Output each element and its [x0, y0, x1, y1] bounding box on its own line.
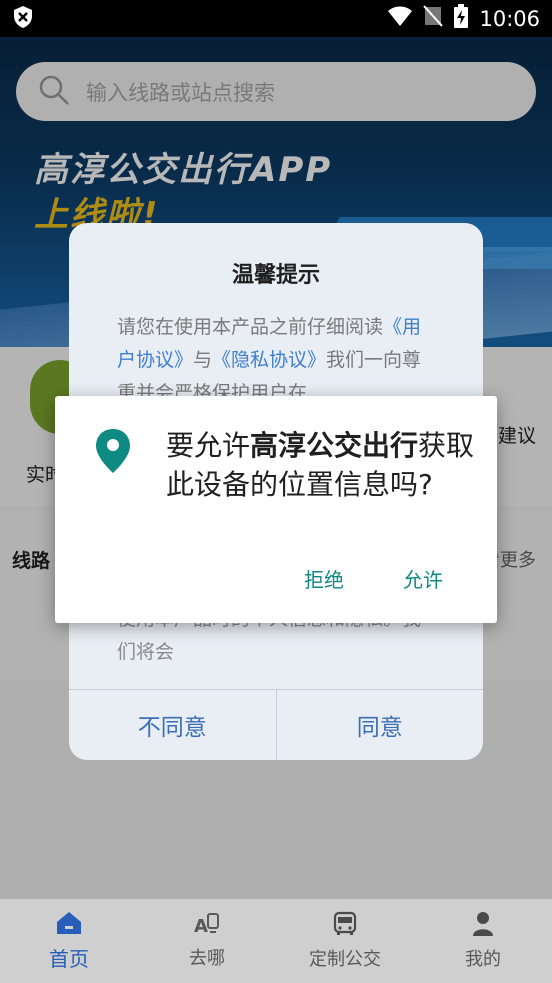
- svg-text:A: A: [194, 916, 208, 936]
- clock: 10:06: [479, 6, 540, 31]
- notice-title: 温馨提示: [231, 263, 320, 288]
- route-icon: A: [194, 912, 220, 940]
- home-icon: [56, 911, 82, 939]
- notice-buttons: 不同意 同意: [69, 689, 483, 760]
- app-screen: 10:06 高淳公交出行APP 上线啦! 输入线路或站点搜索 实时 建议 线路 …: [0, 0, 552, 983]
- permission-message: 要允许高淳公交出行获取此设备的位置信息吗?: [166, 429, 475, 501]
- deny-button[interactable]: 拒绝: [304, 564, 344, 593]
- status-bar: 10:06: [0, 0, 552, 37]
- user-icon: [471, 911, 495, 941]
- wifi-icon: [387, 5, 413, 32]
- location-permission-dialog: 要允许高淳公交出行获取此设备的位置信息吗? 拒绝 允许: [55, 396, 497, 623]
- no-sim-icon: [423, 5, 444, 32]
- bus-icon: [332, 911, 358, 941]
- allow-button[interactable]: 允许: [403, 564, 443, 593]
- nav-item-mine[interactable]: 我的: [414, 899, 552, 983]
- agree-button[interactable]: 同意: [275, 690, 484, 760]
- nav-item-custom-bus[interactable]: 定制公交: [276, 899, 414, 983]
- battery-charging-icon: [453, 4, 469, 33]
- nav-item-home[interactable]: 首页: [0, 899, 138, 983]
- shield-icon: [12, 5, 34, 33]
- bottom-nav: 首页 A 去哪 定制公交 我的: [0, 899, 552, 983]
- privacy-policy-link[interactable]: 《隐私协议》: [212, 349, 326, 371]
- location-pin-icon: [95, 428, 131, 474]
- app-name: 高淳公交出行: [250, 429, 419, 462]
- nav-item-where[interactable]: A 去哪: [138, 899, 276, 983]
- disagree-button[interactable]: 不同意: [69, 690, 276, 760]
